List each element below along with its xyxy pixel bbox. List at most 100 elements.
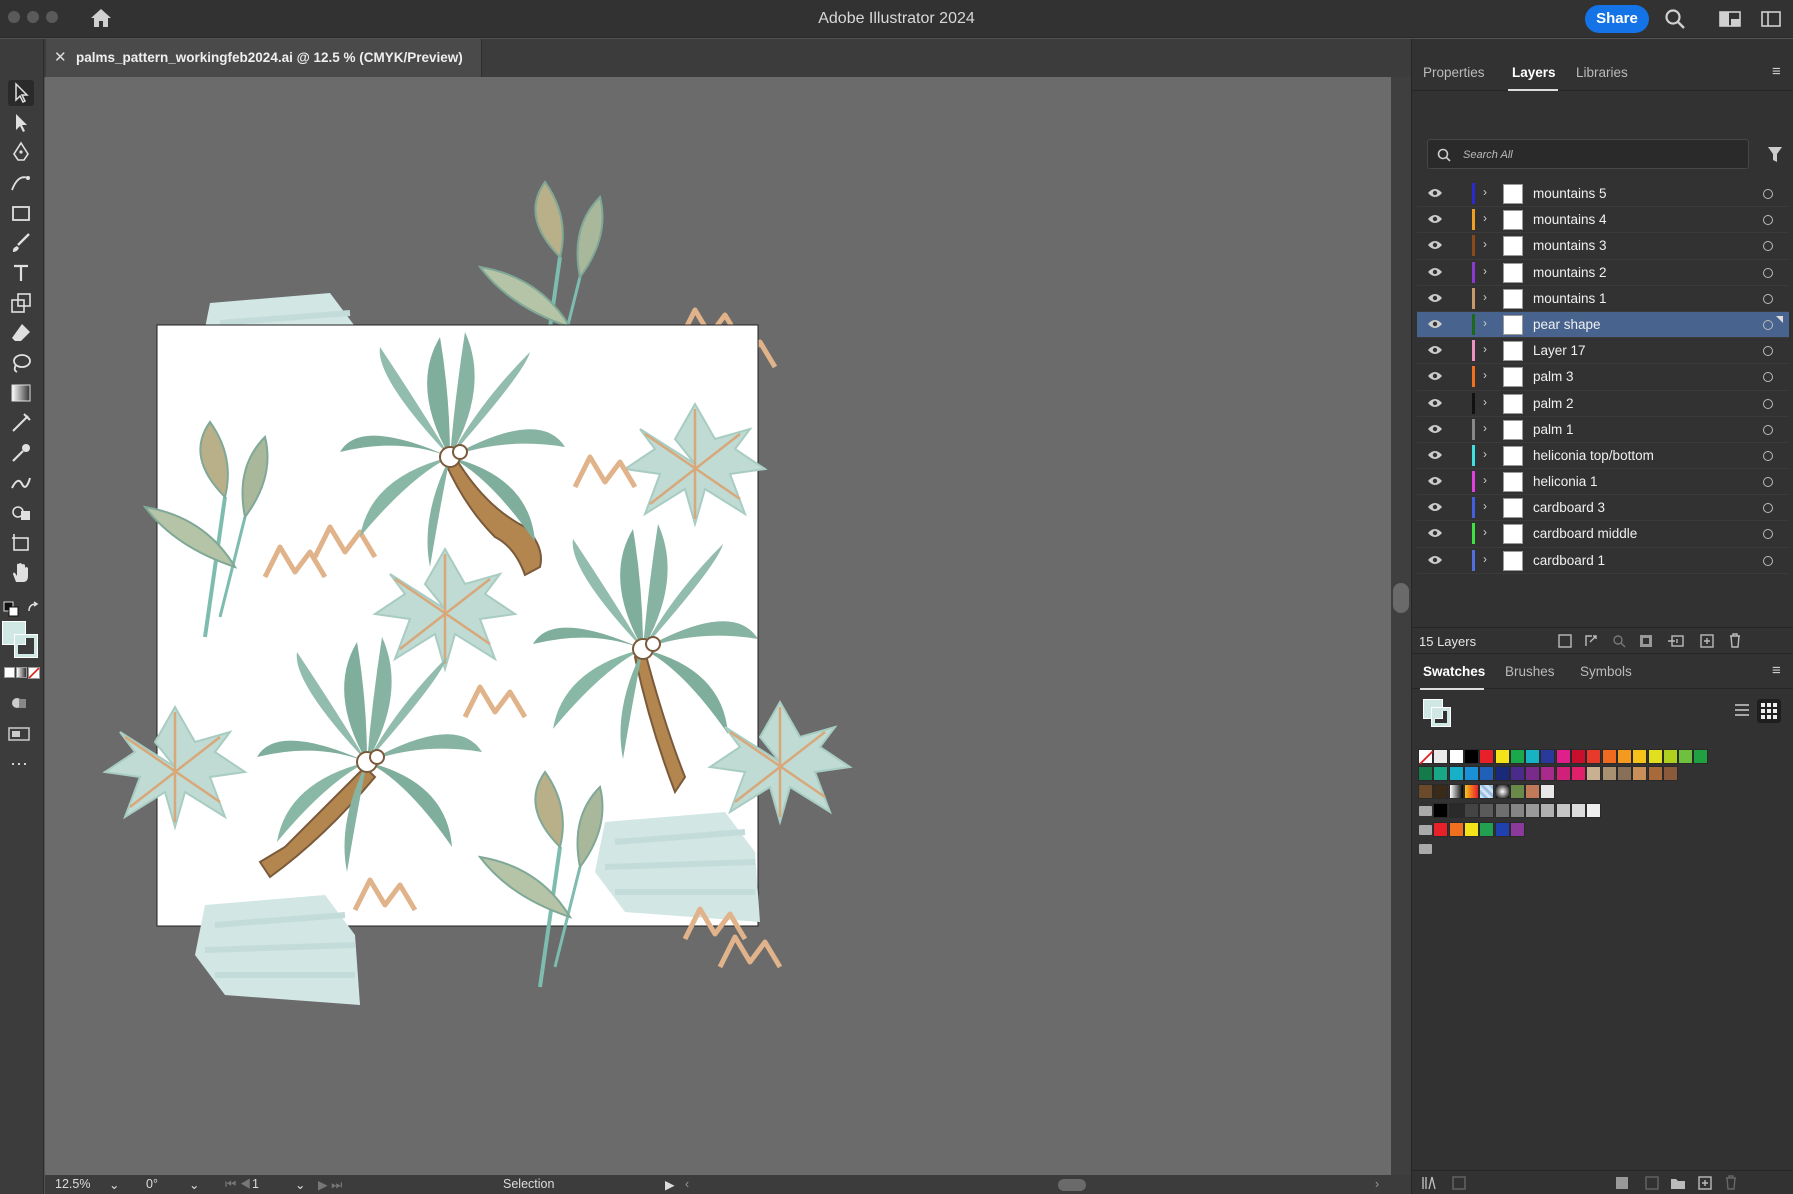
expand-chevron-icon[interactable]: › xyxy=(1483,421,1487,435)
layer-name[interactable]: mountains 5 xyxy=(1533,186,1607,201)
color-swatch[interactable] xyxy=(1693,749,1709,764)
target-circle-icon[interactable] xyxy=(1763,241,1773,252)
layer-name[interactable]: mountains 4 xyxy=(1533,212,1607,227)
visibility-eye-icon[interactable] xyxy=(1427,266,1443,278)
new-swatch-icon[interactable] xyxy=(1698,1176,1712,1190)
canvas-area[interactable] xyxy=(45,77,1391,1175)
target-circle-icon[interactable] xyxy=(1763,503,1773,514)
color-swatch[interactable] xyxy=(1509,822,1525,837)
color-swatch[interactable] xyxy=(1571,766,1586,781)
layer-row[interactable]: › pear shape xyxy=(1417,311,1789,339)
horizontal-scrollbar-thumb[interactable] xyxy=(1058,1179,1086,1191)
none-mode-icon[interactable] xyxy=(28,667,40,679)
color-swatch[interactable] xyxy=(1448,803,1464,818)
vertical-scrollbar[interactable] xyxy=(1391,77,1411,1175)
artboard-number[interactable]: 1 xyxy=(252,1177,259,1191)
color-swatch[interactable] xyxy=(1586,803,1602,818)
curvature-tool-icon[interactable] xyxy=(8,170,34,196)
color-swatch[interactable] xyxy=(1418,766,1433,781)
layer-row[interactable]: › mountains 5 xyxy=(1417,181,1789,208)
layer-name[interactable]: palm 2 xyxy=(1533,396,1574,411)
color-swatch[interactable] xyxy=(1479,749,1495,764)
rotation-value[interactable]: 0° xyxy=(146,1177,158,1191)
hscroll-right-icon[interactable]: › xyxy=(1375,1177,1379,1191)
target-circle-icon[interactable] xyxy=(1763,398,1773,409)
color-swatch[interactable] xyxy=(1525,749,1541,764)
color-swatch[interactable] xyxy=(1433,822,1449,837)
color-swatch[interactable] xyxy=(1586,766,1602,781)
none-swatch[interactable] xyxy=(1418,749,1434,765)
layer-row[interactable]: › cardboard middle xyxy=(1417,521,1789,548)
layers-search-input[interactable]: Search All xyxy=(1427,139,1749,169)
layer-name[interactable]: cardboard 3 xyxy=(1533,500,1605,515)
new-color-group-icon[interactable] xyxy=(1645,1176,1659,1190)
target-circle-icon[interactable] xyxy=(1763,555,1773,566)
export-asset-icon[interactable] xyxy=(1558,634,1572,648)
color-swatch[interactable] xyxy=(1647,749,1663,764)
expand-chevron-icon[interactable]: › xyxy=(1483,447,1487,461)
color-swatch[interactable] xyxy=(1662,749,1678,764)
color-swatch[interactable] xyxy=(1662,766,1678,781)
color-swatch[interactable] xyxy=(1494,822,1510,837)
delete-layer-icon[interactable] xyxy=(1728,633,1742,648)
list-view-icon[interactable] xyxy=(1734,703,1750,717)
default-colors-icon[interactable] xyxy=(3,601,19,617)
target-circle-icon[interactable] xyxy=(1763,267,1773,278)
first-artboard-icon[interactable]: ⏮ ◀ xyxy=(225,1177,251,1192)
color-swatch[interactable] xyxy=(1418,784,1433,799)
layer-row[interactable]: › cardboard 1 xyxy=(1417,548,1789,574)
layer-name[interactable]: palm 1 xyxy=(1533,422,1574,437)
expand-chevron-icon[interactable]: › xyxy=(1483,368,1487,382)
rotation-dropdown-icon[interactable]: ⌄ xyxy=(189,1177,199,1192)
gradient-tool-icon[interactable] xyxy=(8,380,34,406)
shape-builder-tool-icon[interactable] xyxy=(8,500,34,526)
color-swatch[interactable] xyxy=(1509,766,1525,781)
tab-symbols[interactable]: Symbols xyxy=(1580,664,1632,679)
color-swatch[interactable] xyxy=(1616,749,1632,764)
panel-layout-icon[interactable] xyxy=(1761,11,1781,27)
target-circle-icon[interactable] xyxy=(1763,293,1773,304)
type-tool-icon[interactable] xyxy=(8,260,34,286)
lasso-tool-icon[interactable] xyxy=(8,350,34,376)
tab-properties[interactable]: Properties xyxy=(1423,65,1485,80)
color-swatch[interactable] xyxy=(1632,749,1648,764)
expand-chevron-icon[interactable]: › xyxy=(1483,316,1487,330)
layer-name[interactable]: mountains 2 xyxy=(1533,265,1607,280)
layer-row[interactable]: › palm 2 xyxy=(1417,391,1789,417)
layer-name[interactable]: mountains 1 xyxy=(1533,291,1607,306)
delete-swatch-icon[interactable] xyxy=(1724,1175,1738,1190)
selection-tool-icon[interactable] xyxy=(8,80,34,106)
search-icon[interactable] xyxy=(1664,8,1686,30)
visibility-eye-icon[interactable] xyxy=(1427,213,1443,225)
swatch-libraries-icon[interactable] xyxy=(1422,1176,1440,1190)
target-circle-icon[interactable] xyxy=(1763,450,1773,461)
visibility-eye-icon[interactable] xyxy=(1427,292,1443,304)
layer-name[interactable]: heliconia top/bottom xyxy=(1533,448,1654,463)
pen-tool-icon[interactable] xyxy=(8,140,34,166)
color-swatch[interactable] xyxy=(1433,784,1449,799)
expand-chevron-icon[interactable]: › xyxy=(1483,499,1487,513)
color-swatch[interactable] xyxy=(1494,766,1510,781)
hand-tool-icon[interactable] xyxy=(8,560,34,586)
expand-chevron-icon[interactable]: › xyxy=(1483,264,1487,278)
swatch-options-icon[interactable] xyxy=(1615,1176,1633,1190)
workspace-switcher-icon[interactable] xyxy=(1719,11,1741,27)
stroke-color-swatch[interactable] xyxy=(14,634,38,658)
layer-row[interactable]: › palm 1 xyxy=(1417,417,1789,443)
eyedropper-tool-icon[interactable] xyxy=(8,440,34,466)
visibility-eye-icon[interactable] xyxy=(1427,501,1443,513)
expand-chevron-icon[interactable]: › xyxy=(1483,290,1487,304)
color-mode-button[interactable] xyxy=(4,667,15,678)
pattern-swatch[interactable] xyxy=(1540,784,1556,799)
artboard-dropdown-icon[interactable]: ⌄ xyxy=(295,1177,305,1192)
target-circle-icon[interactable] xyxy=(1763,346,1773,357)
target-circle-icon[interactable] xyxy=(1763,477,1773,488)
target-circle-icon[interactable] xyxy=(1763,319,1773,330)
direct-selection-tool-icon[interactable] xyxy=(8,110,34,136)
collect-export-icon[interactable] xyxy=(1584,634,1598,648)
filter-icon[interactable] xyxy=(1767,146,1783,164)
expand-chevron-icon[interactable]: › xyxy=(1483,237,1487,251)
expand-chevron-icon[interactable]: › xyxy=(1483,552,1487,566)
scale-tool-icon[interactable] xyxy=(8,290,34,316)
expand-chevron-icon[interactable]: › xyxy=(1483,185,1487,199)
